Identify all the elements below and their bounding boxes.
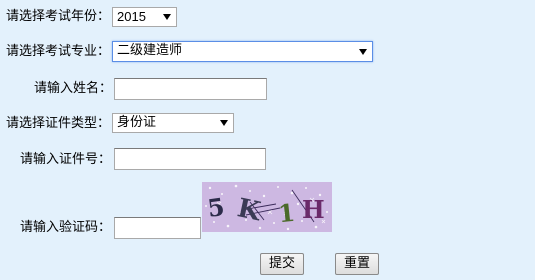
name-label: 请输入姓名： (34, 81, 113, 96)
captcha-char-1: 5 (206, 192, 227, 223)
captcha-input[interactable] (114, 217, 201, 239)
year-select-value: 2015 (117, 9, 146, 24)
captcha-label: 请输入验证码： (20, 220, 112, 235)
chevron-down-icon (163, 14, 171, 20)
name-input[interactable] (114, 78, 267, 100)
captcha-graphic: 5 K 1 H (205, 184, 328, 231)
captcha-char-3: 1 (277, 198, 297, 229)
chevron-down-icon (220, 120, 228, 126)
id-type-label: 请选择证件类型： (6, 116, 111, 131)
major-select[interactable]: 二级建造师 (112, 41, 373, 62)
chevron-down-icon (359, 48, 367, 55)
submit-button[interactable]: 提交 (260, 253, 304, 275)
year-select[interactable]: 2015 (112, 7, 177, 27)
id-number-input[interactable] (114, 148, 266, 170)
id-number-label: 请输入证件号： (20, 152, 112, 167)
id-type-select-value: 身份证 (117, 115, 157, 130)
captcha-char-2: K (235, 193, 265, 227)
major-label: 请选择考试专业： (6, 44, 111, 59)
year-label: 请选择考试年份： (6, 9, 111, 24)
reset-button[interactable]: 重置 (335, 253, 379, 275)
captcha-image[interactable]: 5 K 1 H (202, 182, 332, 232)
id-type-select[interactable]: 身份证 (112, 113, 234, 133)
major-select-value: 二级建造师 (117, 43, 183, 58)
captcha-char-4: H (302, 195, 325, 224)
